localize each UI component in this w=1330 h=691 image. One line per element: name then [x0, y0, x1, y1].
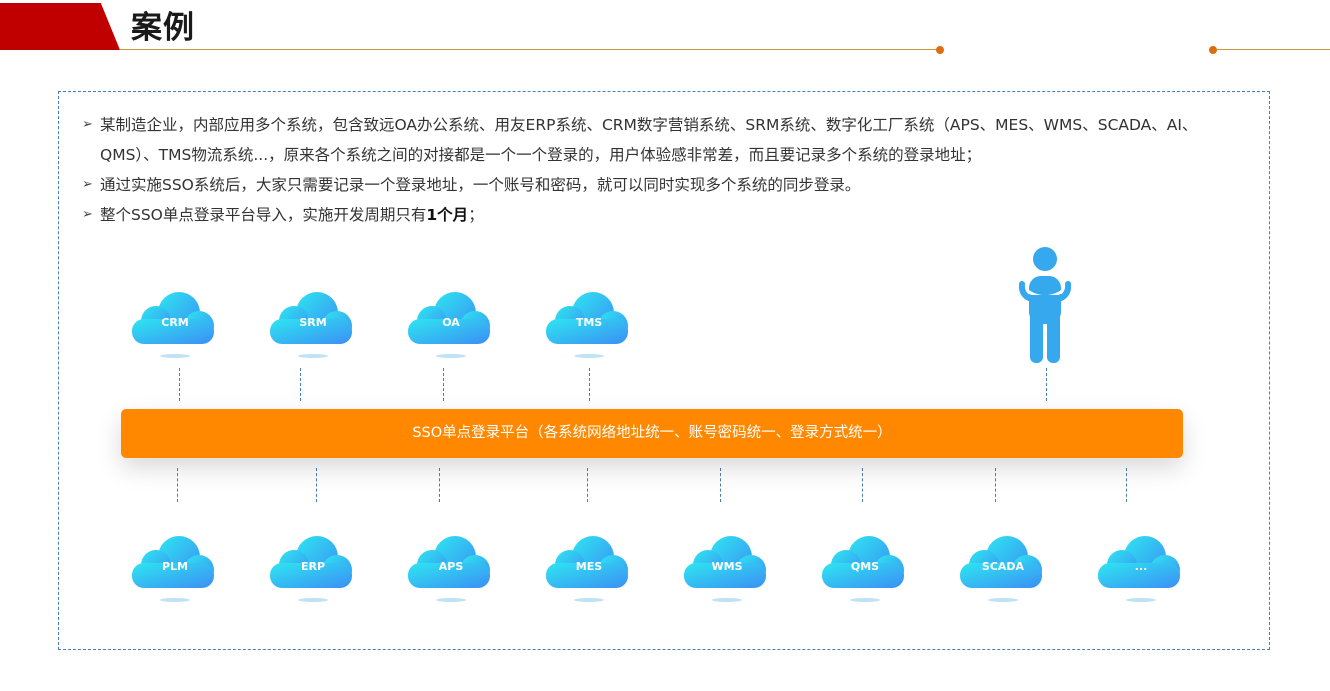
connector-top-srm — [300, 368, 301, 401]
connector-bottom-3 — [439, 468, 440, 502]
connector-bottom-1 — [177, 468, 178, 502]
title-rule-dot-left — [936, 46, 944, 54]
bullet-text-emphasis: 1个月 — [426, 206, 469, 224]
system-label: ERP — [300, 560, 326, 573]
person-arms-crossed-icon — [1018, 246, 1072, 364]
cloud-shadow — [574, 354, 604, 358]
bullet-item-1: ➢ 某制造企业，内部应用多个系统，包含致远OA办公系统、用友ERP系统、CRM数… — [82, 110, 1252, 170]
system-label: WMS — [711, 560, 743, 573]
cloud-tms: TMS — [544, 289, 634, 359]
cloud-bottom-8: ... — [1096, 533, 1186, 603]
bullet-text-prefix: 整个SSO单点登录平台导入，实施开发周期只有 — [100, 206, 427, 224]
cloud-shadow — [436, 354, 466, 358]
title-rule-dot-right — [1209, 46, 1217, 54]
bullet-text: 某制造企业，内部应用多个系统，包含致远OA办公系统、用友ERP系统、CRM数字营… — [100, 116, 1198, 164]
cloud-shadow — [160, 354, 190, 358]
bullet-arrow-icon: ➢ — [82, 117, 93, 132]
cloud-srm: SRM — [268, 289, 358, 359]
system-label: MES — [575, 560, 603, 573]
bullet-item-2: ➢ 通过实施SSO系统后，大家只需要记录一个登录地址，一个账号和密码，就可以同时… — [82, 170, 1252, 200]
cloud-bottom-2: ERP — [268, 533, 358, 603]
bullet-text-suffix: ； — [468, 206, 484, 224]
cloud-shadow — [712, 598, 742, 602]
cloud-crm: CRM — [130, 289, 220, 359]
title-rule-right — [1216, 49, 1330, 50]
cloud-shadow — [298, 354, 328, 358]
connector-top-tms — [589, 368, 590, 401]
cloud-bottom-7: SCADA — [958, 533, 1048, 603]
cloud-bottom-4: MES — [544, 533, 634, 603]
cloud-oa: OA — [406, 289, 496, 359]
system-label: APS — [438, 560, 464, 573]
bullet-item-3: ➢ 整个SSO单点登录平台导入，实施开发周期只有1个月； — [82, 200, 1252, 230]
bullet-list: ➢ 某制造企业，内部应用多个系统，包含致远OA办公系统、用友ERP系统、CRM数… — [82, 110, 1252, 230]
system-label: SRM — [299, 316, 327, 329]
bullet-arrow-icon: ➢ — [82, 207, 93, 222]
cloud-shadow — [436, 598, 466, 602]
page-title: 案例 — [131, 10, 195, 46]
cloud-shadow — [298, 598, 328, 602]
system-label: QMS — [850, 560, 880, 573]
cloud-bottom-3: APS — [406, 533, 496, 603]
connector-bottom-6 — [862, 468, 863, 502]
system-label: PLM — [161, 560, 189, 573]
bullet-text: 通过实施SSO系统后，大家只需要记录一个登录地址，一个账号和密码，就可以同时实现… — [100, 176, 861, 194]
title-bar: 案例 — [0, 0, 1330, 56]
cloud-bottom-1: PLM — [130, 533, 220, 603]
sso-platform-bar: SSO单点登录平台（各系统网络地址统一、账号密码统一、登录方式统一） — [121, 409, 1183, 458]
cloud-shadow — [850, 598, 880, 602]
system-label: OA — [442, 316, 460, 329]
cloud-bottom-5: WMS — [682, 533, 772, 603]
system-label: TMS — [575, 316, 603, 329]
cloud-bottom-6: QMS — [820, 533, 910, 603]
system-label: SCADA — [981, 560, 1025, 573]
title-flag — [0, 3, 120, 50]
cloud-shadow — [1126, 598, 1156, 602]
system-label: ... — [1134, 560, 1148, 573]
connector-top-crm — [179, 368, 180, 401]
connector-person — [1046, 368, 1047, 401]
system-label: CRM — [161, 316, 189, 329]
cloud-shadow — [574, 598, 604, 602]
cloud-shadow — [160, 598, 190, 602]
cloud-shadow — [988, 598, 1018, 602]
title-rule-left — [120, 49, 940, 50]
connector-bottom-8 — [1126, 468, 1127, 502]
connector-bottom-7 — [995, 468, 996, 502]
connector-bottom-5 — [720, 468, 721, 502]
connector-bottom-2 — [316, 468, 317, 502]
connector-bottom-4 — [587, 468, 588, 502]
connector-top-oa — [443, 368, 444, 401]
bullet-arrow-icon: ➢ — [82, 177, 93, 192]
